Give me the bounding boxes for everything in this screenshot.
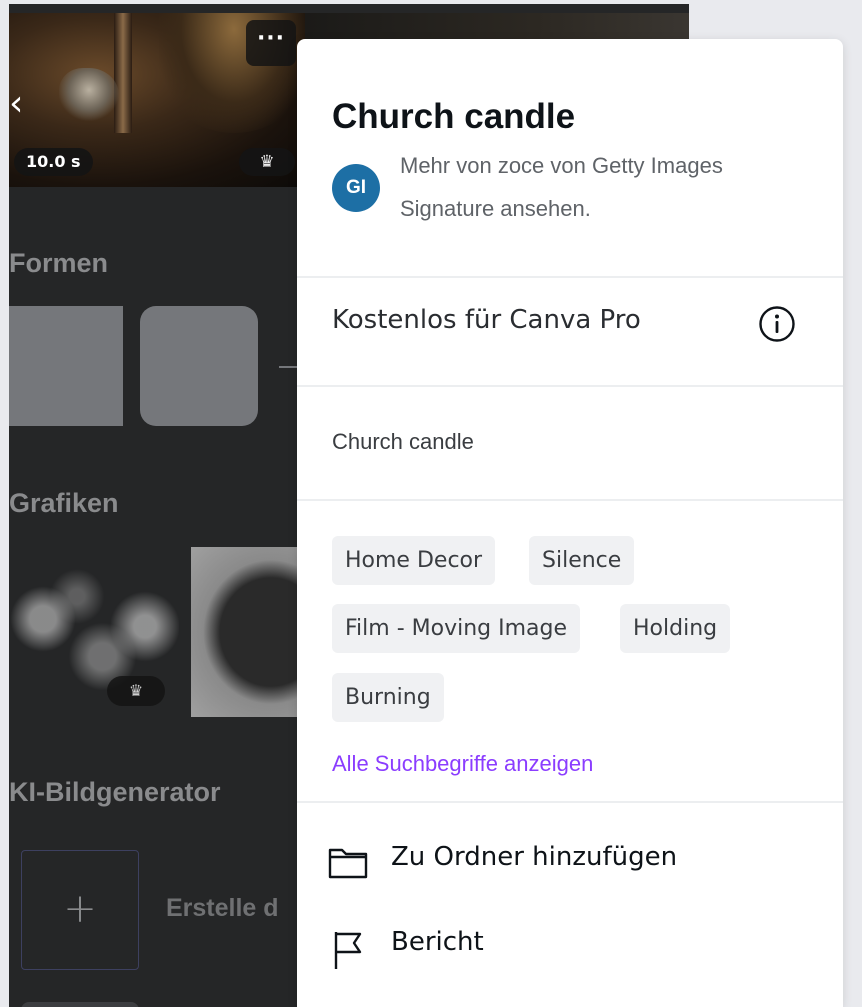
graphic-grunge-frame[interactable] <box>191 547 305 717</box>
more-options-button[interactable]: ··· <box>246 20 296 66</box>
keyword-tag[interactable]: Silence <box>529 536 635 585</box>
section-title-shapes: Formen <box>9 248 109 278</box>
add-to-folder-label: Zu Ordner hinzufügen <box>391 842 678 872</box>
divider <box>297 801 843 803</box>
keyword-tag[interactable]: Home Decor <box>332 536 496 585</box>
shape-square[interactable] <box>9 306 123 426</box>
divider <box>297 276 843 278</box>
keyword-tag[interactable]: Film - Moving Image <box>332 604 581 653</box>
ai-create-button[interactable]: + <box>21 850 139 970</box>
media-description: Church candle <box>332 429 474 454</box>
divider <box>297 385 843 387</box>
avatar: GI <box>332 164 380 212</box>
ai-create-label: Erstelle d <box>166 894 279 922</box>
flag-icon <box>334 932 362 969</box>
thumbnail-candle <box>114 13 132 133</box>
add-to-folder-button[interactable]: Zu Ordner hinzufügen <box>327 836 727 886</box>
keyword-tag[interactable]: Holding <box>620 604 731 653</box>
author-link[interactable]: Mehr von zoce von Getty Images Signature… <box>400 144 820 230</box>
ai-next-item[interactable] <box>21 1002 139 1007</box>
keyword-tag[interactable]: Burning <box>332 673 444 722</box>
chevron-left-icon[interactable]: ‹ <box>9 86 23 122</box>
folder-icon <box>328 848 368 879</box>
crown-icon: ♛ <box>239 148 295 176</box>
report-button[interactable]: Bericht <box>327 921 627 971</box>
show-all-keywords-link[interactable]: Alle Suchbegriffe anzeigen <box>332 751 593 777</box>
report-label: Bericht <box>391 927 484 957</box>
thumbnail-hand <box>59 68 119 123</box>
license-label: Kostenlos für Canva Pro <box>332 305 641 335</box>
section-title-ai-generator: KI-Bildgenerator <box>9 777 221 807</box>
shape-rounded-square[interactable] <box>140 306 258 426</box>
duration-badge: 10.0 s <box>14 148 93 176</box>
divider <box>297 499 843 501</box>
info-icon[interactable] <box>758 305 796 343</box>
crown-icon: ♛ <box>107 676 165 706</box>
section-title-graphics: Grafiken <box>9 488 119 518</box>
media-info-popover: Church candle GI Mehr von zoce von Getty… <box>297 39 843 1007</box>
media-title: Church candle <box>332 97 576 136</box>
